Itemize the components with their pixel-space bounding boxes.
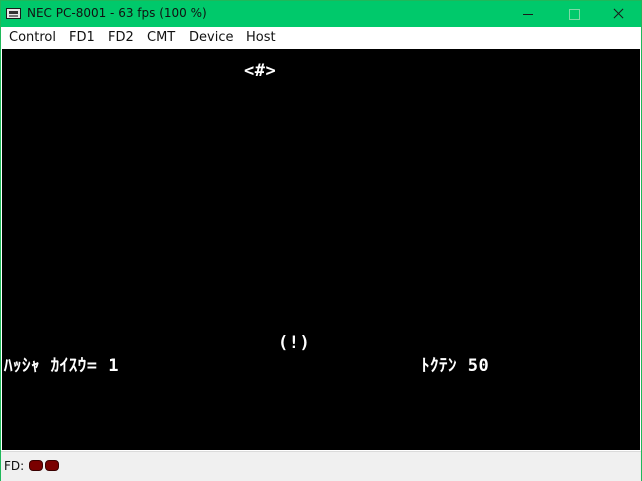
maximize-button[interactable] [551, 1, 597, 27]
fd-status-label: FD: [4, 459, 25, 473]
status-bar: FD: [1, 451, 641, 481]
fd1-indicator-icon [29, 460, 43, 471]
menu-host[interactable]: Host [246, 30, 276, 45]
app-icon [6, 8, 21, 19]
menu-bar: Control FD1 FD2 CMT Device Host [1, 27, 641, 49]
minimize-button[interactable] [505, 1, 551, 27]
screen-attempts-text: ﾊｯｼｬ ｶｲｽｳ= 1 [4, 356, 119, 376]
menu-fd2[interactable]: FD2 [108, 30, 134, 45]
fd2-indicator-icon [45, 460, 59, 471]
screen-top-symbol: <#> [244, 61, 277, 81]
window-title: NEC PC-8001 - 63 fps (100 %) [27, 6, 207, 20]
menu-control[interactable]: Control [9, 30, 56, 45]
menu-cmt[interactable]: CMT [147, 30, 175, 45]
screen-marker: (!) [278, 333, 311, 353]
emulator-window: NEC PC-8001 - 63 fps (100 %) Control FD1… [0, 0, 642, 481]
close-button[interactable] [596, 1, 642, 27]
screen-score-text: ﾄｸﾃﾝ 50 [421, 356, 490, 376]
menu-fd1[interactable]: FD1 [69, 30, 95, 45]
title-bar[interactable]: NEC PC-8001 - 63 fps (100 %) [1, 1, 641, 27]
emulator-screen[interactable]: <#> (!) ﾊｯｼｬ ｶｲｽｳ= 1 ﾄｸﾃﾝ 50 [2, 49, 640, 450]
menu-device[interactable]: Device [189, 30, 233, 45]
